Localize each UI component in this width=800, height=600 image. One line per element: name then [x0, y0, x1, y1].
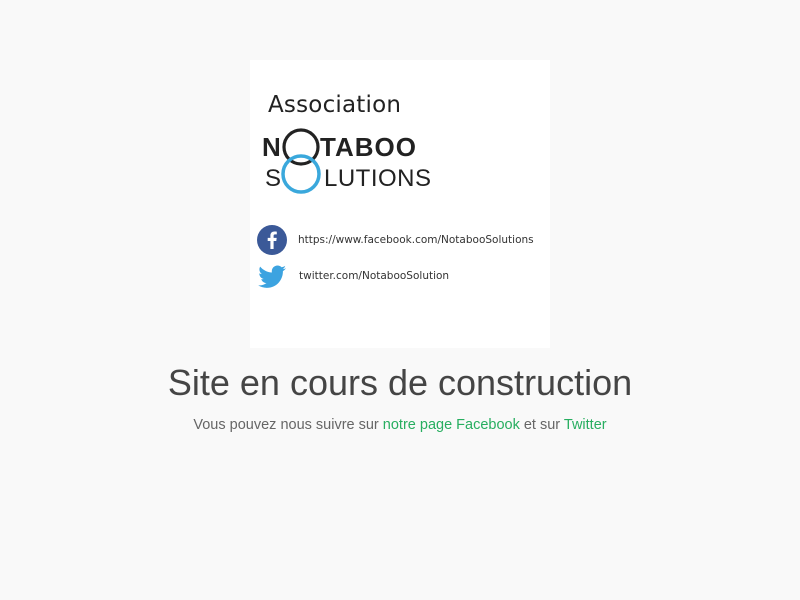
follow-us-text: Vous pouvez nous suivre sur notre page F…	[0, 417, 800, 433]
page-title: Site en cours de construction	[167, 362, 633, 403]
brand-n: N	[262, 132, 282, 162]
logo-image: Association N TABOO S LUTIONS https://ww…	[250, 60, 550, 348]
brand-lutions: LUTIONS	[324, 165, 432, 192]
page: Association N TABOO S LUTIONS https://ww…	[0, 0, 800, 600]
brand-taboo: TABOO	[320, 132, 417, 162]
twitter-url-text: twitter.com/NotabooSolution	[299, 270, 450, 282]
facebook-url-text: https://www.facebook.com/NotabooSolution…	[298, 234, 534, 246]
facebook-icon	[257, 225, 287, 255]
brand-logo: N TABOO S LUTIONS	[262, 128, 432, 194]
facebook-row: https://www.facebook.com/NotabooSolution…	[257, 225, 534, 255]
follow-prefix: Vous pouvez nous suivre sur	[193, 417, 383, 433]
brand-s: S	[265, 165, 281, 192]
facebook-link[interactable]: notre page Facebook	[383, 417, 520, 433]
twitter-row: twitter.com/NotabooSolution	[257, 261, 449, 291]
twitter-icon	[258, 265, 286, 288]
follow-middle: et sur	[519, 417, 564, 433]
twitter-link[interactable]: Twitter	[564, 417, 607, 433]
brand-o-blue-ring	[281, 154, 321, 194]
